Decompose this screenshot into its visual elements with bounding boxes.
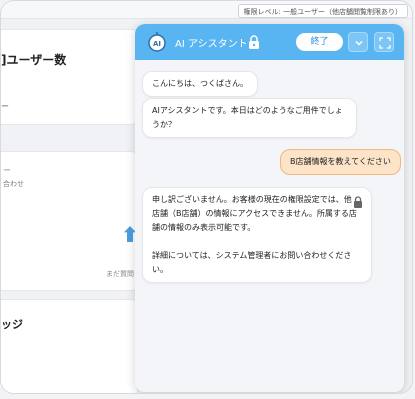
dashboard-card-messages [1,299,138,393]
expand-button[interactable] [374,32,394,52]
end-button[interactable]: 終了 [296,33,343,51]
svg-text:AI: AI [153,40,161,48]
bot-message-restricted: 申し訳ございません。お客様の現在の権限設定では、他店舗（B店舗）の情報にアクセス… [142,187,372,283]
card-text-inquiries: 合わせ [3,180,24,188]
card-title-messages: ッジ [1,318,23,331]
card-sub-users: ー [1,102,9,111]
minimize-button[interactable] [348,32,368,52]
user-message: B店舗情報を教えてください [280,149,401,175]
chat-messages: こんにちは、つくばさん。 AIアシスタントです。本日はどのようなご用件でしょうか… [135,60,404,392]
chevron-down-icon [355,40,363,46]
assistant-title: AI アシスタント [175,39,248,50]
lock-icon [249,35,259,49]
card-title-users: ]ユーザー数 [1,53,67,67]
app-frame: 権限レベル: 一般ユーザー（他店舗閲覧制限あり） ]ユーザー数 ー ー 合わせ … [0,0,413,394]
expand-icon [379,37,391,49]
ai-assistant-panel: AI AI アシスタント 終了 こんにちは、つくばさん。 AIアシスタントです。… [135,24,404,392]
restricted-message-contact: 詳細については、システム管理者にお問い合わせください。 [152,251,352,274]
bot-message: こんにちは、つくばさん。 [142,71,258,97]
bot-message: AIアシスタントです。本日はどのようなご用件でしょうか？ [142,98,357,138]
assistant-header: AI AI アシスタント 終了 [135,24,404,60]
robot-icon: AI [148,32,166,52]
dashboard-card-users [1,29,138,125]
permission-level-label: 権限レベル: 一般ユーザー（他店舗閲覧制限あり） [237,4,408,18]
restricted-message-text: 申し訳ございません。お客様の現在の権限設定では、他店舗（B店舗）の情報にアクセス… [152,195,357,232]
empty-state-text: まだ質問 [106,270,134,278]
top-bar: 権限レベル: 一般ユーザー（他店舗閲覧制限あり） [1,1,412,19]
lock-icon [354,196,362,208]
card-text-mark: ー [3,166,11,175]
